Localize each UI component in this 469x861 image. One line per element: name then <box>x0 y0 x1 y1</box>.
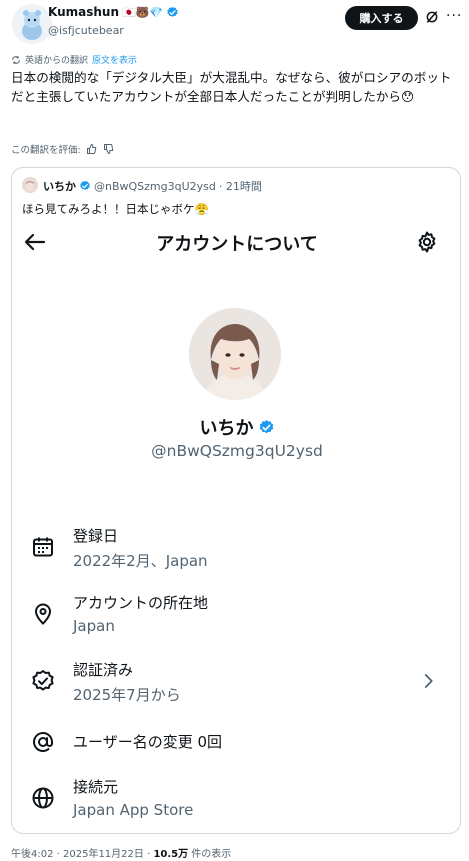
show-original-link[interactable]: 原文を表示 <box>92 53 137 66</box>
quoted-post-card[interactable]: いちか @nBwQSzmg3qU2ysd · 21時間 ほら見てみろよ！！日本じ… <box>11 167 461 834</box>
verified-badge-outline-icon <box>32 670 54 691</box>
translate-icon <box>12 55 20 64</box>
gear-icon <box>418 231 436 253</box>
info-label: アカウントの所在地 <box>73 594 209 612</box>
quote-header: いちか @nBwQSzmg3qU2ysd · 21時間 <box>43 178 262 194</box>
verified-badge-icon <box>259 419 273 433</box>
author-emojis: 🇯🇵🐻💎 <box>122 5 164 19</box>
thumbs-down-icon[interactable] <box>103 143 115 155</box>
translation-notice-text: 英語からの翻訳 <box>25 56 89 66</box>
profile-name: いちか <box>12 414 460 440</box>
info-value: 2025年7月から <box>73 686 181 704</box>
info-row-connected-via: 接続元 Japan App Store <box>12 774 460 833</box>
location-pin-icon <box>34 603 52 625</box>
thumbs-up-icon[interactable] <box>86 143 98 155</box>
info-row-location: アカウントの所在地 Japan <box>12 590 460 650</box>
more-options-icon[interactable]: ··· <box>446 8 462 24</box>
globe-icon <box>32 787 54 809</box>
author-handle[interactable]: @isfjcutebear <box>48 24 124 37</box>
info-label: 登録日 <box>73 527 119 545</box>
chevron-right-icon <box>424 674 433 688</box>
at-sign-icon <box>33 731 53 752</box>
info-label: ユーザー名の変更 0回 <box>73 733 223 751</box>
quote-time: · 21時間 <box>218 180 262 193</box>
translation-notice: 英語からの翻訳 原文を表示 <box>11 53 137 66</box>
author-avatar[interactable] <box>12 4 52 44</box>
verified-badge-icon <box>167 6 178 17</box>
author-name[interactable]: Kumashun 🇯🇵🐻💎 <box>48 5 179 19</box>
profile-handle: @nBwQSzmg3qU2ysd <box>151 442 323 460</box>
verified-badge-icon <box>80 180 90 191</box>
post-timestamp[interactable]: 午後4:02 · 2025年11月22日 · <box>11 849 153 860</box>
buy-button[interactable]: 購入する <box>345 6 418 30</box>
grok-icon[interactable] <box>424 9 440 25</box>
quote-text: ほら見てみろよ！！日本じゃボケ😤 <box>22 202 209 216</box>
post-metadata: 午後4:02 · 2025年11月22日 · 10.5万 件の表示 <box>11 845 231 860</box>
quote-author-avatar[interactable] <box>22 177 38 193</box>
rate-translation-label: この翻訳を評価: <box>11 145 81 156</box>
calendar-icon <box>33 537 53 557</box>
views-label: 件の表示 <box>188 849 232 860</box>
views-count: 10.5万 <box>153 849 189 860</box>
profile-name-text: いちか <box>199 418 254 439</box>
info-value: Japan <box>73 617 115 635</box>
info-row-username-changes: ユーザー名の変更 0回 <box>12 728 460 758</box>
info-row-joined: 登録日 2022年2月、Japan <box>12 523 460 583</box>
info-row-verified[interactable]: 認証済み 2025年7月から <box>12 657 460 717</box>
post-body: 日本の検閲的な「デジタル大臣」が大混乱中。なぜなら、彼がロシアのボットだと主張し… <box>11 70 452 104</box>
profile-photo <box>189 308 281 400</box>
info-label: 接続元 <box>73 778 119 796</box>
rate-translation: この翻訳を評価: <box>11 142 115 156</box>
quote-author-name[interactable]: いちか <box>43 178 76 194</box>
author-name-text[interactable]: Kumashun <box>48 5 119 19</box>
info-value: Japan App Store <box>73 801 194 819</box>
info-value: 2022年2月、Japan <box>73 552 208 570</box>
info-label: 認証済み <box>73 661 134 679</box>
quote-author-handle[interactable]: @nBwQSzmg3qU2ysd <box>94 180 216 193</box>
screen-title: アカウントについて <box>156 234 318 255</box>
